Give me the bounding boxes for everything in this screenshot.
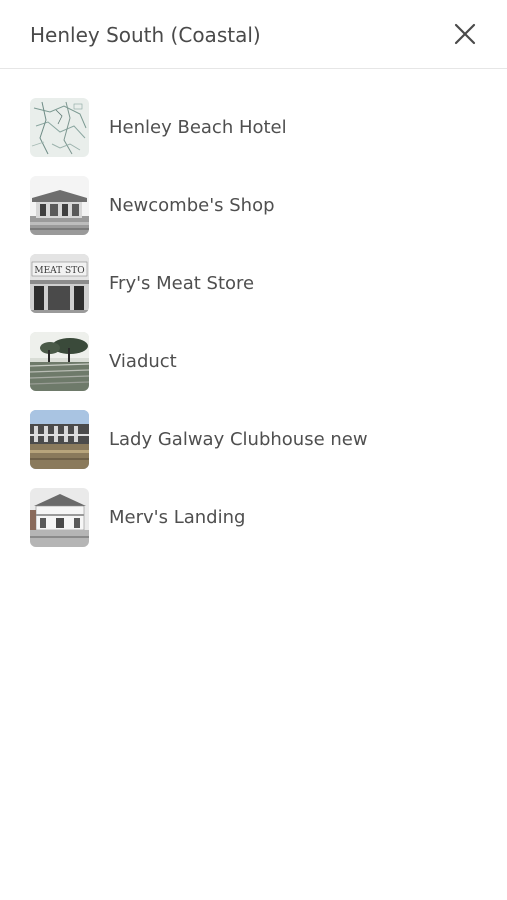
location-panel: Henley South (Coastal) Henley Beach Hote… — [0, 0, 507, 900]
list-item[interactable]: Lady Galway Clubhouse new — [0, 381, 507, 469]
list-item[interactable]: Newcombe's Shop — [0, 147, 507, 235]
list-item-label: Lady Galway Clubhouse new — [109, 429, 368, 450]
list-item[interactable]: MEAT STO Fry's Meat Store — [0, 225, 507, 313]
list-item[interactable]: Viaduct — [0, 303, 507, 391]
panel-header: Henley South (Coastal) — [0, 0, 507, 69]
close-button[interactable] — [449, 18, 481, 50]
list-item[interactable]: Merv's Landing — [0, 459, 507, 547]
list-item-label: Viaduct — [109, 351, 177, 372]
house-photo-thumbnail — [30, 488, 89, 547]
list-item-label: Henley Beach Hotel — [109, 117, 287, 138]
storefront-sign-text: MEAT STO — [34, 266, 84, 276]
list-item[interactable]: Henley Beach Hotel — [0, 69, 507, 157]
list-item-label: Merv's Landing — [109, 507, 246, 528]
panel-title: Henley South (Coastal) — [30, 23, 261, 47]
list-item-label: Fry's Meat Store — [109, 273, 255, 294]
close-icon — [454, 23, 476, 45]
list-item-label: Newcombe's Shop — [109, 195, 275, 216]
